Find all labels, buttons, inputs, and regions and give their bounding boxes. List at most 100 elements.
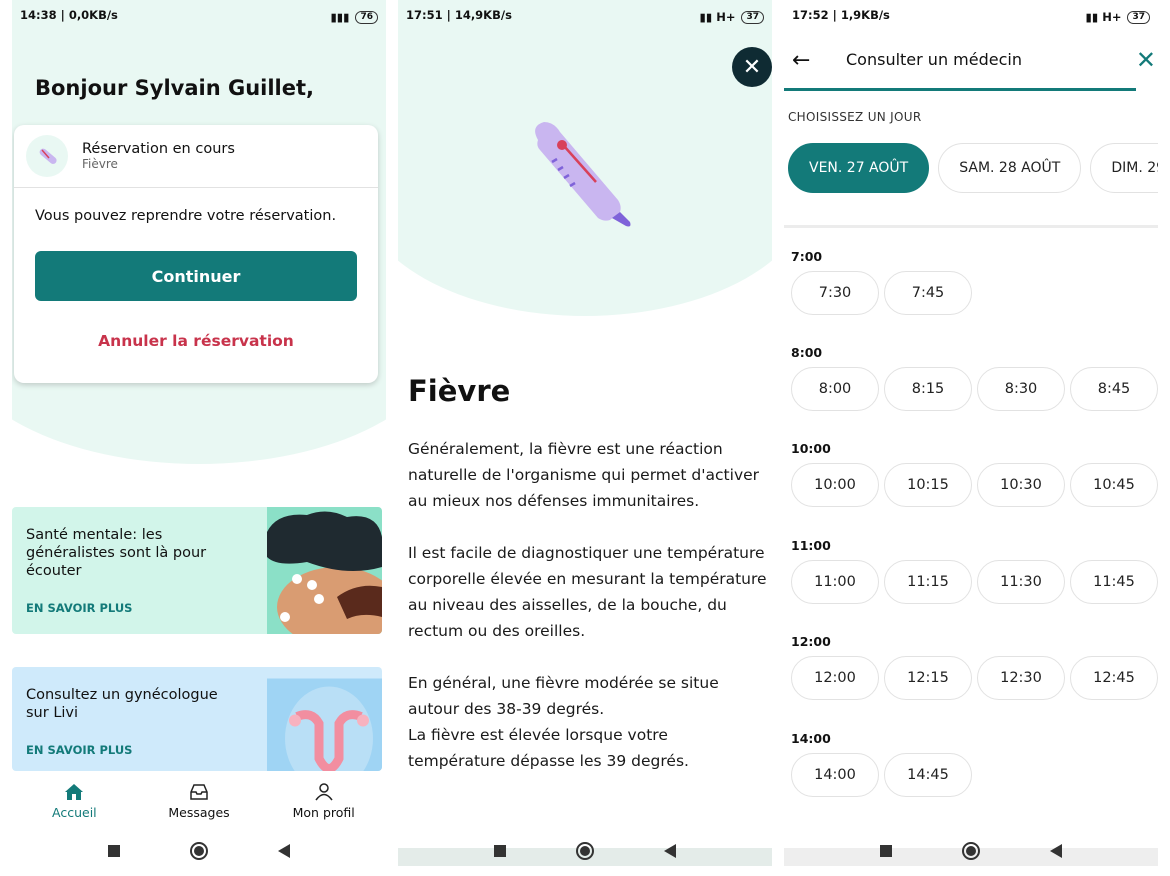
cancel-reservation-button[interactable]: Annuler la réservation bbox=[14, 332, 378, 350]
hour-label: 10:00 bbox=[791, 441, 831, 456]
inbox-icon bbox=[190, 783, 208, 800]
battery-icon: 76 bbox=[355, 10, 378, 24]
status-time: 17:52 | 1,9KB/s bbox=[792, 8, 890, 22]
tab-home[interactable]: Accueil bbox=[12, 773, 137, 829]
page-title: Fièvre bbox=[408, 374, 511, 408]
hour-label: 11:00 bbox=[791, 538, 831, 553]
promo-card-mental-health[interactable]: Santé mentale: les généralistes sont là … bbox=[12, 507, 382, 634]
time-slot[interactable]: 7:45 bbox=[884, 271, 972, 315]
close-icon[interactable]: ✕ bbox=[1136, 46, 1156, 74]
hour-group: 8:00 8:00 8:15 8:30 8:45 bbox=[791, 345, 1158, 411]
time-slot[interactable]: 14:45 bbox=[884, 753, 972, 797]
day-picker: VEN. 27 AOÛT SAM. 28 AOÛT DIM. 29 AO bbox=[788, 143, 1158, 193]
hour-label: 12:00 bbox=[791, 634, 831, 649]
divider bbox=[784, 225, 1158, 228]
home-icon bbox=[65, 783, 84, 800]
hour-label: 14:00 bbox=[791, 731, 831, 746]
time-slot[interactable]: 7:30 bbox=[791, 271, 879, 315]
status-time: 17:51 | 14,9KB/s bbox=[406, 8, 512, 22]
bottom-tab-bar: Accueil Messages Mon profil bbox=[12, 773, 386, 829]
time-slot[interactable]: 11:30 bbox=[977, 560, 1065, 604]
back-icon[interactable] bbox=[1050, 844, 1062, 858]
time-slot[interactable]: 10:45 bbox=[1070, 463, 1158, 507]
time-slot[interactable]: 11:45 bbox=[1070, 560, 1158, 604]
recent-apps-icon[interactable] bbox=[880, 845, 892, 857]
day-chip[interactable]: SAM. 28 AOÛT bbox=[938, 143, 1082, 193]
system-nav-bar bbox=[12, 838, 386, 864]
continue-button[interactable]: Continuer bbox=[35, 251, 357, 301]
paragraph: La fièvre est élevée lorsque votre tempé… bbox=[408, 726, 689, 770]
paragraph: Généralement, la fièvre est une réaction… bbox=[408, 440, 760, 510]
paragraph: En général, une fièvre modérée se situe … bbox=[408, 674, 719, 718]
fever-info-screen: 17:51 | 14,9KB/s ▮▮ H+ 37 ✕ Fièvre Généra… bbox=[398, 0, 772, 876]
promo-link[interactable]: EN SAVOIR PLUS bbox=[26, 743, 132, 757]
app-bar: ← Consulter un médecin ✕ bbox=[784, 36, 1158, 92]
tab-label: Messages bbox=[168, 804, 230, 820]
promo-text: Consultez un gynécologue sur Livi bbox=[26, 687, 218, 721]
time-slot[interactable]: 12:00 bbox=[791, 656, 879, 700]
status-bar: 14:38 | 0,0KB/s ▮▮▮ 76 bbox=[12, 8, 386, 26]
signal-icon: ▮▮▮ bbox=[330, 10, 350, 24]
battery-icon: 37 bbox=[1127, 10, 1150, 24]
time-slot[interactable]: 12:30 bbox=[977, 656, 1065, 700]
choose-day-label: CHOISISSEZ UN JOUR bbox=[788, 110, 922, 124]
hour-group: 7:00 7:30 7:45 bbox=[791, 249, 972, 315]
tab-label: Mon profil bbox=[292, 804, 355, 820]
paragraph: Il est facile de diagnostiquer une tempé… bbox=[408, 544, 767, 640]
home-button-icon[interactable] bbox=[962, 842, 980, 860]
reservation-message: Vous pouvez reprendre votre réservation. bbox=[35, 208, 337, 224]
time-slot[interactable]: 10:15 bbox=[884, 463, 972, 507]
reservation-card: Réservation en cours Fièvre Vous pouvez … bbox=[14, 125, 378, 383]
crying-person-illustration bbox=[267, 507, 382, 634]
time-slot[interactable]: 8:45 bbox=[1070, 367, 1158, 411]
day-chip[interactable]: DIM. 29 AO bbox=[1090, 143, 1158, 193]
progress-bar bbox=[784, 88, 1136, 91]
page-title: Consulter un médecin bbox=[846, 50, 1022, 69]
status-bar: 17:51 | 14,9KB/s ▮▮ H+ 37 bbox=[398, 8, 772, 26]
back-icon[interactable] bbox=[278, 844, 290, 858]
time-slot[interactable]: 12:15 bbox=[884, 656, 972, 700]
time-slot[interactable]: 8:30 bbox=[977, 367, 1065, 411]
promo-card-gynecologist[interactable]: Consultez un gynécologue sur Livi EN SAV… bbox=[12, 667, 382, 771]
promo-text: Santé mentale: les généralistes sont là … bbox=[26, 527, 207, 579]
greeting-title: Bonjour Sylvain Guillet, bbox=[35, 76, 314, 100]
recent-apps-icon[interactable] bbox=[108, 845, 120, 857]
hour-label: 8:00 bbox=[791, 345, 823, 360]
day-chip-selected[interactable]: VEN. 27 AOÛT bbox=[788, 143, 930, 193]
time-slot[interactable]: 10:00 bbox=[791, 463, 879, 507]
signal-icon: ▮▮ H+ bbox=[699, 10, 736, 24]
reservation-header[interactable]: Réservation en cours Fièvre bbox=[14, 125, 378, 188]
time-slot[interactable]: 11:15 bbox=[884, 560, 972, 604]
hour-label: 7:00 bbox=[791, 249, 823, 264]
hour-group: 14:00 14:00 14:45 bbox=[791, 731, 972, 797]
hour-group: 10:00 10:00 10:15 10:30 10:45 bbox=[791, 441, 1158, 507]
tab-label: Accueil bbox=[52, 804, 97, 820]
time-slot[interactable]: 8:00 bbox=[791, 367, 879, 411]
promo-link[interactable]: EN SAVOIR PLUS bbox=[26, 601, 132, 615]
uterus-illustration bbox=[267, 678, 382, 771]
tab-profile[interactable]: Mon profil bbox=[261, 773, 386, 829]
time-slot[interactable]: 8:15 bbox=[884, 367, 972, 411]
time-slot[interactable]: 10:30 bbox=[977, 463, 1065, 507]
time-slot[interactable]: 11:00 bbox=[791, 560, 879, 604]
system-nav-bar bbox=[398, 838, 772, 864]
back-arrow-icon[interactable]: ← bbox=[792, 48, 810, 73]
time-slot[interactable]: 14:00 bbox=[791, 753, 879, 797]
home-button-icon[interactable] bbox=[190, 842, 208, 860]
reservation-subtitle: Fièvre bbox=[82, 157, 118, 171]
booking-screen: 17:52 | 1,9KB/s ▮▮ H+ 37 ← Consulter un m… bbox=[784, 0, 1158, 876]
back-icon[interactable] bbox=[664, 844, 676, 858]
recent-apps-icon[interactable] bbox=[494, 845, 506, 857]
signal-icon: ▮▮ H+ bbox=[1085, 10, 1122, 24]
thermometer-icon bbox=[26, 135, 68, 177]
profile-icon bbox=[315, 782, 333, 800]
system-nav-bar bbox=[784, 838, 1158, 864]
time-slot[interactable]: 12:45 bbox=[1070, 656, 1158, 700]
hour-group: 11:00 11:00 11:15 11:30 11:45 bbox=[791, 538, 1158, 604]
hour-group: 12:00 12:00 12:15 12:30 12:45 bbox=[791, 634, 1158, 700]
status-time: 14:38 | 0,0KB/s bbox=[20, 8, 118, 22]
tab-messages[interactable]: Messages bbox=[137, 773, 262, 829]
close-button[interactable]: ✕ bbox=[732, 47, 772, 87]
home-button-icon[interactable] bbox=[576, 842, 594, 860]
status-bar: 17:52 | 1,9KB/s ▮▮ H+ 37 bbox=[784, 8, 1158, 26]
